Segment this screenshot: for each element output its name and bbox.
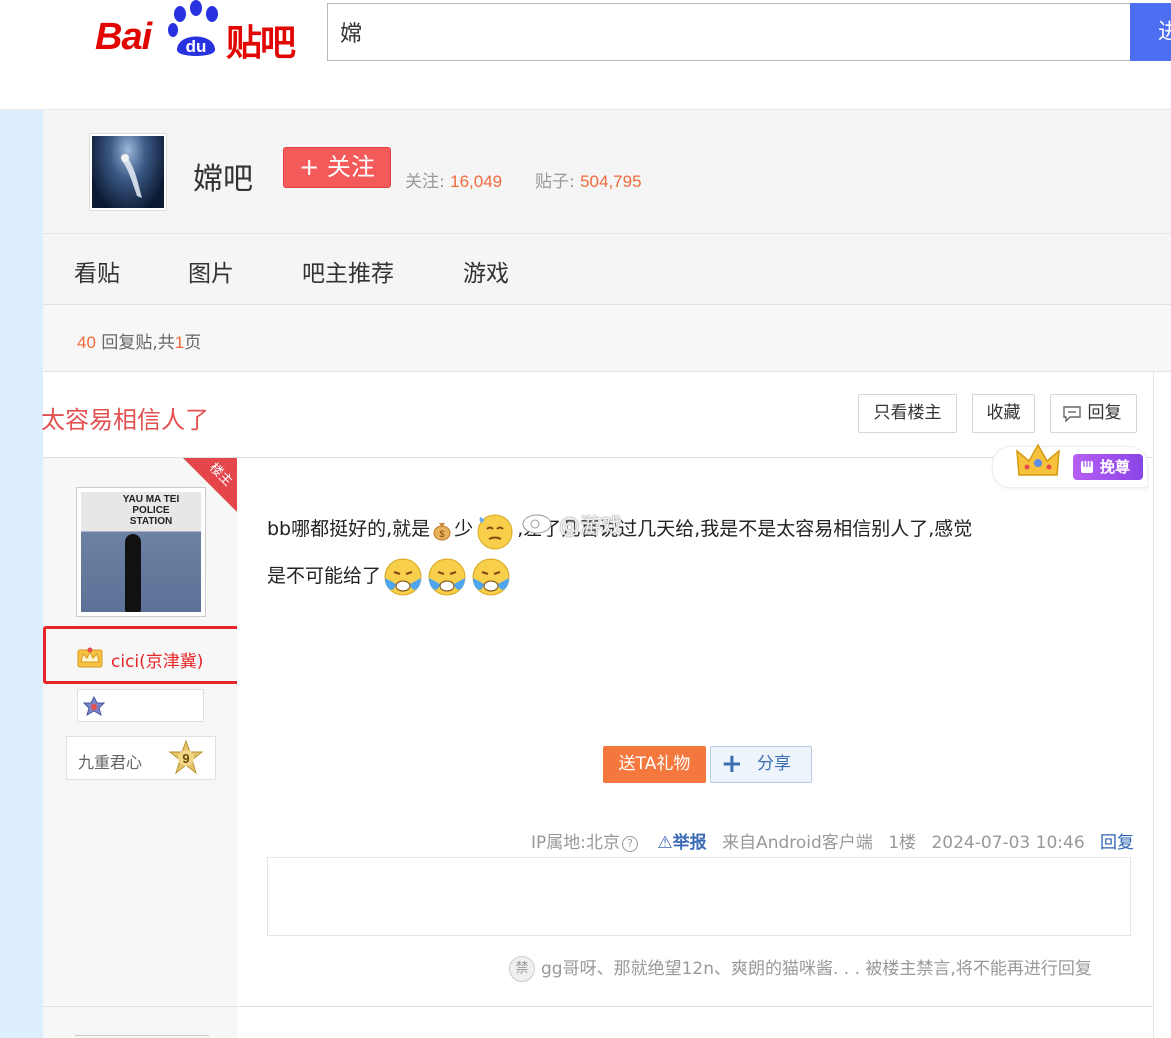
user-level-box[interactable]: 九重君心 9 — [66, 736, 216, 780]
member-badge-icon[interactable] — [83, 696, 105, 716]
page-count: 1 — [174, 333, 185, 352]
tab-posts[interactable]: 看贴 — [74, 254, 120, 288]
only-owner-button[interactable]: 只看楼主 — [858, 394, 957, 433]
floor-number: 1楼 — [888, 833, 917, 853]
level-number: 9 — [182, 751, 189, 766]
tab-admin-picks[interactable]: 吧主推荐 — [302, 254, 394, 288]
logo-du-text: du — [186, 37, 207, 56]
avatar-figure — [125, 534, 141, 612]
logo-tieba-text: 贴吧 — [226, 23, 296, 64]
crown-icon — [1016, 443, 1060, 476]
left-background-strip — [0, 110, 43, 1038]
weibo-watermark-icon — [522, 514, 552, 534]
forum-avatar-image — [121, 154, 142, 198]
logo-bai-text: Bai — [95, 16, 152, 58]
post-content-area: 挽尊 bb哪都挺好的,就是 $ 少 ,差了几百说过几天给,我是不是太容易相信别人… — [237, 443, 1153, 1006]
thread-title: 太容易相信人了 — [41, 406, 209, 434]
post-datetime: 2024-07-03 10:46 — [931, 833, 1085, 853]
post-author-column: YAU MA TEI POLICE STATION 楼主 cici(京津冀) 九… — [43, 458, 248, 1038]
forum-stats: 关注: 16,049 贴子: 504,795 — [405, 167, 642, 192]
level-name: 九重君心 — [78, 753, 143, 772]
warning-icon: ⚠ — [657, 833, 673, 853]
crying-face-icon — [428, 558, 466, 595]
forum-header: 嫦吧 + 关注 关注: 16,049 贴子: 504,795 — [43, 110, 1171, 234]
reply-count: 40 — [77, 333, 96, 352]
avatar-sign: YAU MA TEI POLICE STATION — [122, 494, 180, 527]
ban-icon: 禁 — [509, 956, 535, 982]
fist-icon — [1081, 461, 1093, 473]
reply-button[interactable]: 回复 — [1050, 394, 1137, 433]
post-source: 来自Android客户端 — [722, 833, 873, 853]
search-button[interactable]: 进 — [1130, 3, 1171, 61]
post-meta-row: IP属地:北京? ⚠举报 来自Android客户端 1楼 2024-07-03 … — [531, 828, 1134, 853]
forum-nav: 看贴 图片 吧主推荐 游戏 — [43, 234, 1171, 305]
crying-face-icon — [384, 558, 422, 595]
crown-tag[interactable]: 挽尊 — [992, 443, 1148, 488]
search-input[interactable] — [328, 4, 1131, 60]
author-name-highlight: cici(京津冀) — [43, 626, 248, 684]
baidu-tieba-logo[interactable]: Bai du 贴吧 — [93, 0, 303, 64]
right-edge-panel — [1153, 372, 1171, 1038]
favorite-button[interactable]: 收藏 — [972, 394, 1035, 433]
paw-logo-icon: du — [168, 0, 218, 56]
followers-count: 16,049 — [450, 172, 503, 191]
report-link[interactable]: ⚠举报 — [657, 833, 706, 853]
posts-count: 504,795 — [580, 172, 642, 191]
member-crown-icon — [77, 647, 103, 668]
send-gift-button[interactable]: 送TA礼物 — [603, 746, 706, 783]
post-divider — [43, 1006, 1153, 1007]
sweat-face-icon — [477, 514, 513, 549]
share-button[interactable]: + 分享 — [710, 746, 812, 783]
level-star-icon: 9 — [168, 740, 204, 775]
floor-reply-area[interactable] — [267, 857, 1131, 936]
followers-label: 关注: — [405, 172, 445, 192]
post-body-text: bb哪都挺好的,就是 $ 少 ,差了几百说过几天给,我是不是太容易相信别人了,感… — [267, 506, 1137, 600]
ban-notice-text: gg哥呀、那就绝望12n、爽朗的猫咪酱. . . 被楼主禁言,将不能再进行回复 — [541, 959, 1092, 979]
reply-count-bar: 40 回复贴,共1页 — [43, 305, 1171, 372]
plus-icon: + — [721, 749, 743, 779]
owner-badge: 楼主 — [183, 458, 237, 512]
posts-label: 贴子: — [534, 172, 575, 192]
ban-notice-row: 禁 gg哥呀、那就绝望12n、爽朗的猫咪酱. . . 被楼主禁言,将不能再进行回复 — [509, 954, 1092, 982]
comment-icon — [1063, 406, 1081, 422]
search-box[interactable] — [327, 3, 1131, 61]
crying-face-icon — [472, 558, 510, 595]
thread-title-row: 太容易相信人了 只看楼主 收藏 回复 — [41, 372, 1171, 458]
forum-avatar[interactable] — [90, 134, 166, 210]
ip-location: IP属地:北京 — [531, 833, 620, 853]
member-badge-box — [77, 689, 204, 722]
svg-text:$: $ — [440, 529, 445, 539]
help-icon[interactable]: ? — [622, 836, 638, 852]
floor-reply-link[interactable]: 回复 — [1100, 833, 1134, 853]
author-name[interactable]: cici(京津冀) — [111, 647, 203, 672]
crown-tag-label: 挽尊 — [1073, 454, 1143, 480]
follow-button[interactable]: + 关注 — [283, 147, 391, 188]
forum-name: 嫦吧 — [193, 162, 253, 197]
top-header: Bai du 贴吧 进 — [0, 0, 1171, 110]
money-bag-icon: $ — [433, 522, 451, 540]
watermark-text: @游戏 — [559, 514, 622, 538]
reply-count-text: 40 回复贴,共1页 — [77, 333, 202, 353]
tab-images[interactable]: 图片 — [188, 254, 234, 288]
tab-games[interactable]: 游戏 — [463, 254, 509, 288]
